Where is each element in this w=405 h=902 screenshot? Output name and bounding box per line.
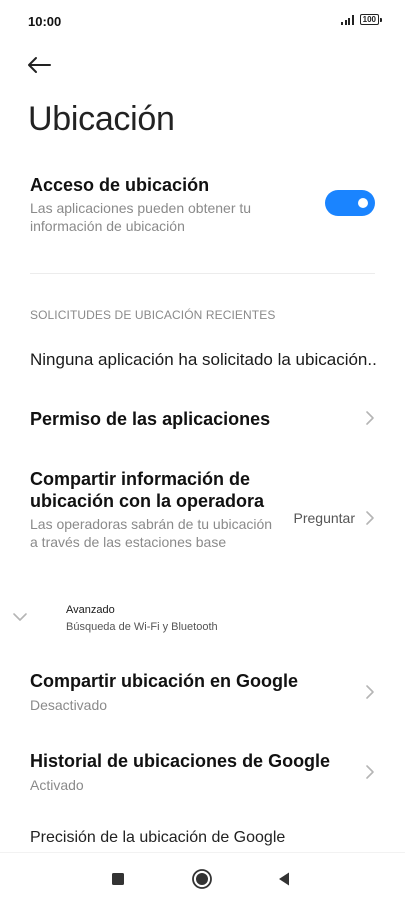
- back-button[interactable]: [26, 50, 60, 80]
- app-permissions-row[interactable]: Permiso de las aplicaciones: [30, 398, 375, 442]
- google-location-history-status: Activado: [30, 777, 84, 793]
- status-icons: 100: [341, 14, 382, 25]
- home-button[interactable]: [190, 867, 214, 891]
- location-access-title: Acceso de ubicación: [30, 175, 210, 195]
- status-bar: 10:00 100: [0, 0, 405, 44]
- signal-icon: [341, 14, 354, 25]
- google-location-sharing-status: Desactivado: [30, 697, 108, 713]
- google-location-sharing-row[interactable]: Compartir ubicación en Google Desactivad…: [30, 670, 375, 718]
- back-triangle-icon: [279, 872, 289, 886]
- advanced-row[interactable]: Avanzado Búsqueda de Wi-Fi y Bluetooth: [0, 598, 405, 642]
- carrier-sharing-title: Compartir información de ubicación con l…: [30, 469, 265, 511]
- page-title: Ubicación: [28, 100, 175, 138]
- battery-level: 100: [362, 15, 376, 24]
- back-nav-button[interactable]: [272, 867, 296, 891]
- carrier-sharing-row[interactable]: Compartir información de ubicación con l…: [30, 468, 375, 572]
- location-access-subtitle: Las aplicaciones pueden obtener tu infor…: [30, 200, 252, 234]
- google-location-sharing-title: Compartir ubicación en Google: [30, 671, 299, 691]
- battery-icon: 100: [359, 14, 382, 25]
- recent-requests-header: SOLICITUDES DE UBICACIÓN RECIENTES: [30, 308, 276, 322]
- google-location-accuracy-row[interactable]: Precisión de la ubicación de Google: [30, 829, 285, 847]
- location-access-toggle[interactable]: [325, 190, 375, 216]
- home-circle-icon: [192, 869, 212, 889]
- arrow-left-icon: [28, 57, 51, 73]
- status-time: 10:00: [28, 14, 62, 29]
- divider: [30, 273, 375, 274]
- advanced-title: Avanzado: [66, 604, 115, 616]
- location-settings-screen: 10:00 100 Ubicación Acceso de ubicación …: [0, 0, 405, 902]
- google-location-history-title: Historial de ubicaciones de Google: [30, 751, 331, 771]
- chevron-right-icon: [366, 765, 374, 779]
- recents-button[interactable]: [106, 867, 130, 891]
- location-access-row[interactable]: Acceso de ubicación Las aplicaciones pue…: [30, 174, 375, 244]
- chevron-right-icon: [366, 411, 374, 425]
- carrier-sharing-subtitle: Las operadoras sabrán de tu ubicación a …: [30, 516, 273, 550]
- chevron-right-icon: [366, 685, 374, 699]
- no-requests-text: Ninguna aplicación ha solicitado la ubic…: [30, 350, 377, 369]
- carrier-sharing-value: Preguntar: [293, 510, 355, 526]
- chevron-down-icon: [13, 613, 27, 621]
- google-location-history-row[interactable]: Historial de ubicaciones de Google Activ…: [30, 750, 375, 798]
- chevron-right-icon: [366, 511, 374, 525]
- app-permissions-title: Permiso de las aplicaciones: [30, 409, 271, 429]
- toggle-knob: [358, 198, 368, 208]
- advanced-subtitle: Búsqueda de Wi-Fi y Bluetooth: [66, 621, 218, 633]
- recents-square-icon: [112, 873, 124, 885]
- navigation-bar: [0, 852, 405, 902]
